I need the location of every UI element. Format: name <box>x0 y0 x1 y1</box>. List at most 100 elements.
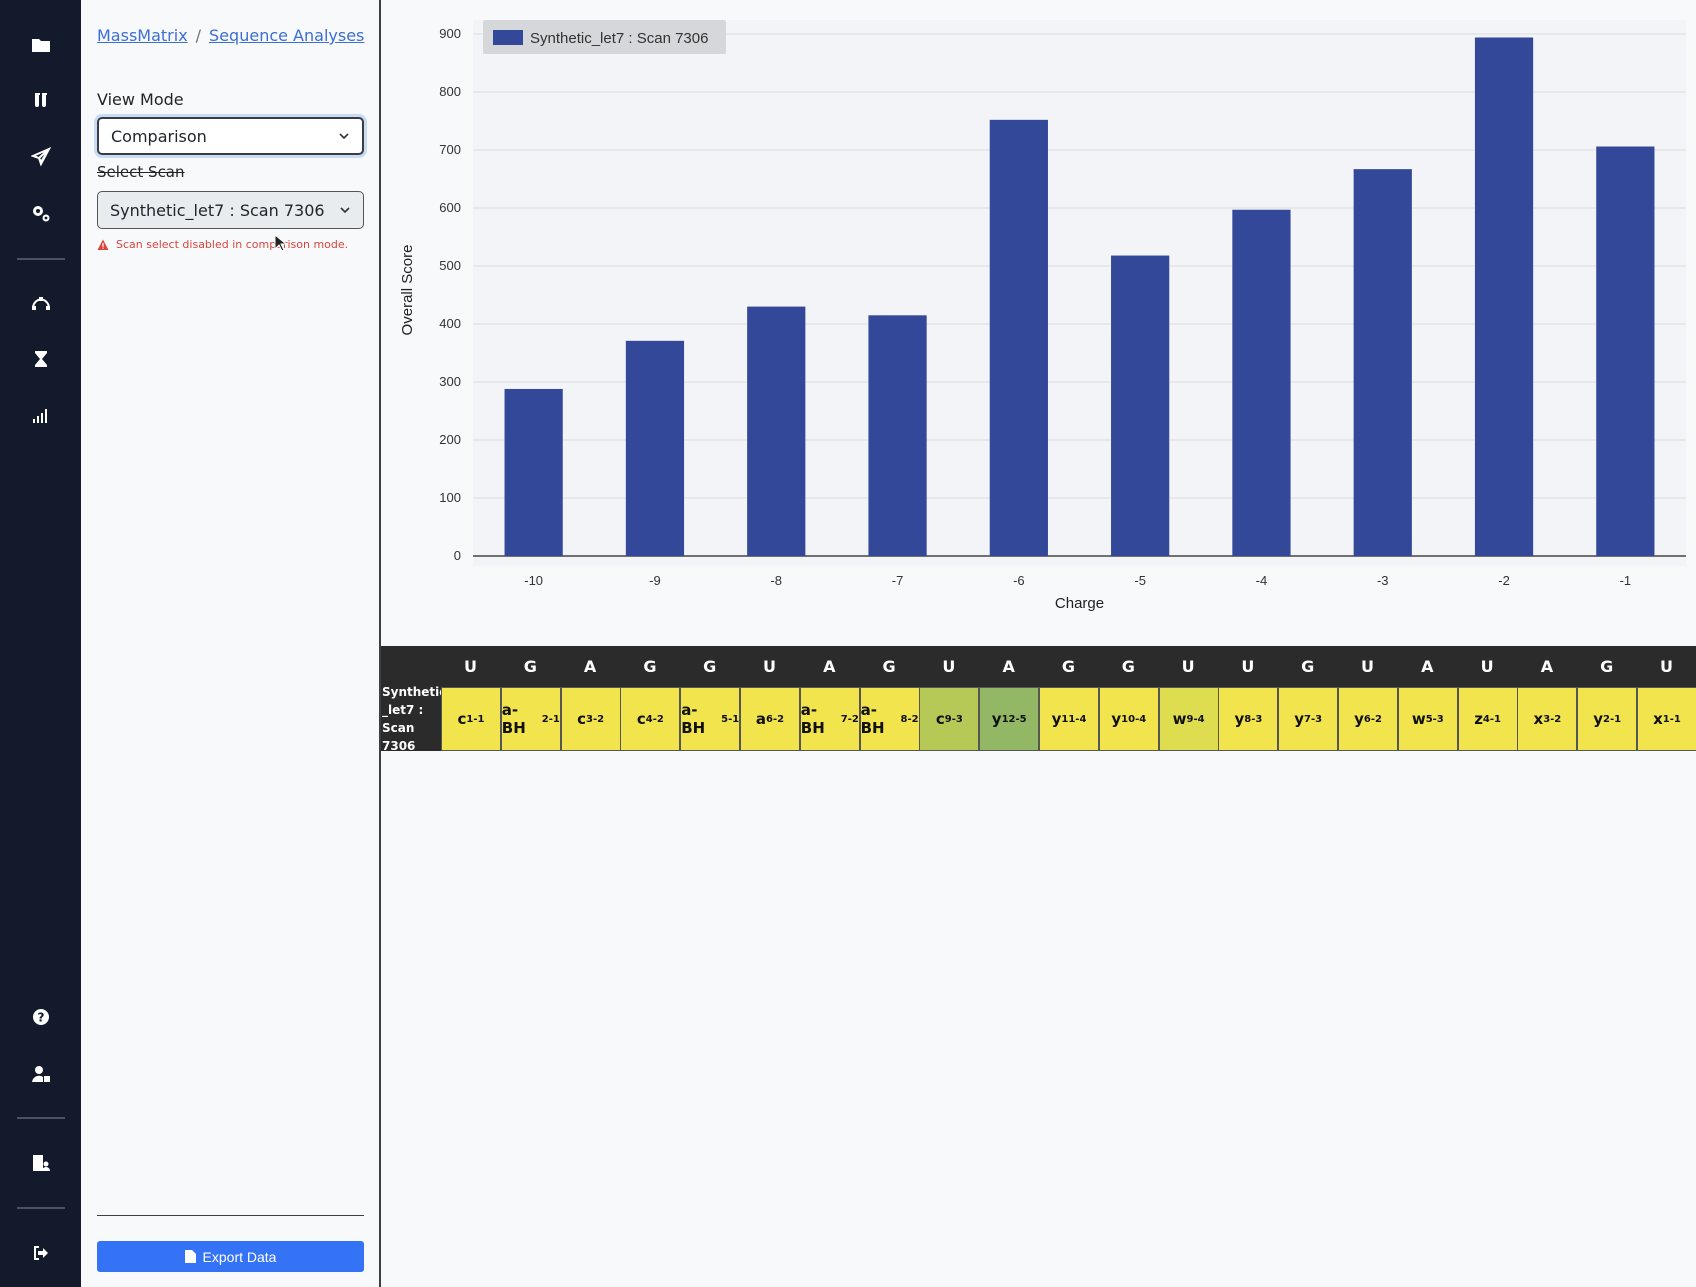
view-mode-label: View Mode <box>97 90 184 109</box>
nucleotide-header: U <box>1241 657 1255 676</box>
legend-label: Synthetic_let7 : Scan 7306 <box>530 30 708 47</box>
bar <box>989 119 1048 556</box>
fragment-cell[interactable]: c 4 -2 <box>620 687 681 751</box>
chevron-down-icon <box>340 207 350 214</box>
fragment-cell[interactable]: x 1 -1 <box>1637 687 1696 751</box>
x-tick-label: -2 <box>1498 573 1510 588</box>
sequence-row-label: Synthetic _let7 : Scan 7306 <box>381 685 446 753</box>
x-tick-label: -5 <box>1134 573 1146 588</box>
fragment-cell[interactable]: c 9 -3 <box>919 687 980 751</box>
fragment-cell[interactable]: z 4 -1 <box>1457 687 1518 751</box>
nucleotide-header: G <box>703 657 717 676</box>
test-tubes-icon[interactable] <box>25 85 57 117</box>
nucleotide-header: G <box>1600 657 1614 676</box>
bezier-icon[interactable] <box>25 287 57 319</box>
bar <box>1111 255 1170 556</box>
breadcrumb: MassMatrix / Sequence Analyses <box>97 26 364 45</box>
fragment-cell[interactable]: y 6 -2 <box>1338 687 1398 751</box>
view-mode-select[interactable]: Comparison <box>97 117 364 155</box>
folder-icon[interactable] <box>25 29 57 61</box>
building-user-icon[interactable] <box>25 1147 57 1179</box>
file-icon <box>184 1250 196 1263</box>
hourglass-icon[interactable] <box>25 343 57 375</box>
select-scan-label: Select Scan <box>97 163 185 181</box>
nucleotide-header: A <box>1540 657 1554 676</box>
fragment-cell[interactable]: w 5 -3 <box>1397 687 1458 751</box>
nucleotide-header: A <box>1002 657 1015 676</box>
nucleotide-header: G <box>1121 657 1135 676</box>
bar <box>747 306 806 556</box>
breadcrumb-separator: / <box>195 26 202 45</box>
panel-divider <box>97 1215 364 1216</box>
nucleotide-header: U <box>1660 657 1673 676</box>
fragment-cell[interactable]: a-BH 2 -1 <box>500 687 561 751</box>
user-lock-icon[interactable] <box>25 1058 57 1090</box>
scan-disabled-warning: Scan select disabled in comparison mode. <box>97 238 348 251</box>
breadcrumb-current-link[interactable]: Sequence Analyses <box>209 26 364 45</box>
bar <box>504 388 563 556</box>
fragment-cell[interactable]: a-BH 5 -1 <box>680 687 741 751</box>
row-label-line: _let7 : <box>382 703 424 717</box>
fragment-cell[interactable]: y 2 -1 <box>1577 687 1638 751</box>
export-data-label: Export Data <box>202 1248 277 1265</box>
nucleotide-header: U <box>1181 657 1195 676</box>
bar <box>1353 169 1412 556</box>
icon-rail: ? <box>0 0 81 1287</box>
fragment-cell[interactable]: y 7 -3 <box>1278 687 1339 751</box>
control-panel: MassMatrix / Sequence Analyses View Mode C… <box>81 0 381 1287</box>
fragment-cell[interactable]: y 10 -4 <box>1098 687 1159 751</box>
nucleotide-header: A <box>1421 657 1434 676</box>
fragment-cell[interactable]: y 11 -4 <box>1039 687 1099 751</box>
y-tick-label: 200 <box>439 432 461 447</box>
x-tick-label: -8 <box>770 573 782 588</box>
fragment-cell[interactable]: w 9 -4 <box>1158 687 1219 751</box>
x-tick-label: -10 <box>524 573 543 588</box>
mouse-cursor-icon <box>274 234 286 252</box>
fragment-cell[interactable]: a-BH 8 -2 <box>859 687 920 751</box>
y-tick-label: 600 <box>439 200 461 215</box>
fragment-cell[interactable]: y 8 -3 <box>1218 687 1279 751</box>
nucleotide-header: U <box>1480 657 1494 676</box>
gears-icon[interactable] <box>25 197 57 229</box>
y-tick-label: 800 <box>439 84 461 99</box>
nucleotide-header: G <box>1301 657 1315 676</box>
fragment-cell[interactable]: a 6 -2 <box>740 687 800 751</box>
y-tick-label: 400 <box>439 316 461 331</box>
rail-divider <box>17 1117 65 1119</box>
y-tick-label: 500 <box>439 258 461 273</box>
x-axis-title: Charge <box>1055 595 1104 612</box>
nucleotide-header: G <box>882 657 896 676</box>
legend-swatch <box>493 30 523 45</box>
y-tick-label: 0 <box>454 548 461 563</box>
rail-divider <box>17 1207 65 1209</box>
select-scan-select[interactable]: Synthetic_let7 : Scan 7306 <box>97 191 364 229</box>
x-tick-label: -4 <box>1256 573 1268 588</box>
nucleotide-header: G <box>1061 657 1076 676</box>
nucleotide-header: U <box>464 657 477 676</box>
signal-bars-icon[interactable] <box>25 399 57 431</box>
x-tick-label: -3 <box>1377 573 1389 588</box>
y-axis-title: Overall Score <box>399 245 416 336</box>
svg-text:?: ? <box>38 1011 45 1025</box>
fragment-cell[interactable]: c 3 -2 <box>560 687 621 751</box>
y-tick-label: 300 <box>439 374 461 389</box>
sign-out-icon[interactable] <box>25 1237 57 1269</box>
breadcrumb-root-link[interactable]: MassMatrix <box>97 26 188 45</box>
y-tick-label: 900 <box>439 26 461 41</box>
export-data-button[interactable]: Export Data <box>97 1241 364 1272</box>
y-tick-label: 100 <box>439 490 461 505</box>
bar <box>625 340 685 556</box>
select-scan-value: Synthetic_let7 : Scan 7306 <box>110 200 325 220</box>
fragment-cell[interactable]: x 3 -2 <box>1517 687 1578 751</box>
nucleotide-header: U <box>942 657 956 676</box>
nucleotide-header: G <box>523 657 537 676</box>
nucleotide-header: A <box>823 657 836 676</box>
fragment-cell[interactable]: y 12 -5 <box>979 687 1040 751</box>
x-tick-label: -7 <box>892 573 904 588</box>
nucleotide-header: G <box>643 657 657 676</box>
warning-triangle-icon <box>97 239 109 250</box>
fragment-cell[interactable]: a-BH 7 -2 <box>799 687 860 751</box>
help-circle-icon[interactable]: ? <box>25 1001 57 1033</box>
send-icon[interactable] <box>25 141 57 173</box>
fragment-cell[interactable]: c 1 -1 <box>441 687 501 751</box>
